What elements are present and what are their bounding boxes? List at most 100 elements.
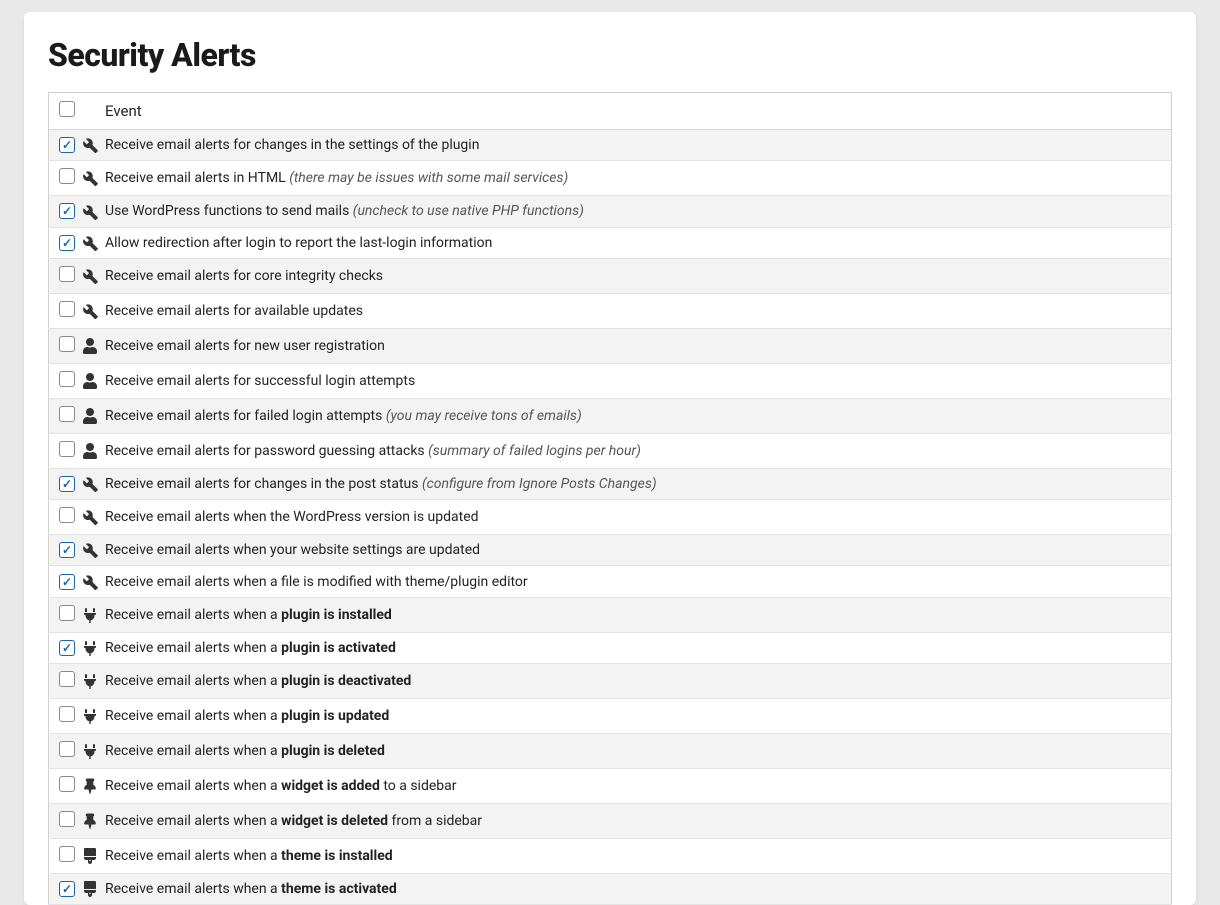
row-text-note: (there may be issues with some mail serv… — [289, 170, 568, 186]
table-row: Receive email alerts when the WordPress … — [49, 500, 1172, 535]
row-text: Use WordPress functions to send mails (u… — [105, 196, 1172, 227]
wrench-icon — [82, 170, 98, 186]
row-checkbox[interactable] — [59, 542, 75, 558]
row-text-main: Receive email alerts for failed login at… — [105, 408, 386, 424]
row-text: Allow redirection after login to report … — [105, 227, 1172, 258]
row-checkbox[interactable] — [59, 336, 75, 352]
column-header-event: Event — [105, 93, 1172, 130]
row-text-main: Receive email alerts for changes in the … — [105, 476, 422, 492]
table-row: Receive email alerts when a widget is de… — [49, 804, 1172, 839]
plug-icon — [82, 708, 98, 724]
row-text-bold: theme is activated — [281, 881, 397, 897]
row-text-main: Receive email alerts when the WordPress … — [105, 509, 479, 525]
row-checkbox[interactable] — [59, 301, 75, 317]
user-icon — [82, 408, 98, 424]
plug-icon — [82, 743, 98, 759]
row-text-bold: plugin is activated — [281, 640, 396, 656]
row-checkbox[interactable] — [59, 881, 75, 897]
row-checkbox[interactable] — [59, 371, 75, 387]
row-text-main: Allow redirection after login to report … — [105, 235, 492, 251]
pin-icon — [82, 813, 98, 829]
wrench-icon — [82, 509, 98, 525]
row-text: Receive email alerts when a plugin is de… — [105, 664, 1172, 699]
row-text: Receive email alerts when your website s… — [105, 535, 1172, 566]
row-checkbox[interactable] — [59, 846, 75, 862]
row-text-main: Receive email alerts when a — [105, 673, 281, 689]
row-text: Receive email alerts when the WordPress … — [105, 500, 1172, 535]
row-text-main: Receive email alerts when a — [105, 778, 281, 794]
row-text-bold: plugin is deleted — [281, 743, 385, 759]
row-checkbox[interactable] — [59, 671, 75, 687]
table-row: Receive email alerts for successful logi… — [49, 363, 1172, 398]
row-text: Receive email alerts for core integrity … — [105, 258, 1172, 293]
row-checkbox[interactable] — [59, 507, 75, 523]
table-row: Receive email alerts when a plugin is up… — [49, 699, 1172, 734]
table-row: Receive email alerts when a widget is ad… — [49, 769, 1172, 804]
wrench-icon — [82, 235, 98, 251]
row-text-main: Receive email alerts when a — [105, 848, 281, 864]
row-text: Receive email alerts in HTML (there may … — [105, 161, 1172, 196]
row-checkbox[interactable] — [59, 476, 75, 492]
table-row: Receive email alerts for core integrity … — [49, 258, 1172, 293]
row-text-bold: theme is installed — [281, 848, 393, 864]
row-checkbox[interactable] — [59, 266, 75, 282]
row-checkbox[interactable] — [59, 441, 75, 457]
row-text-main: Receive email alerts when your website s… — [105, 542, 480, 558]
table-row: Receive email alerts for available updat… — [49, 293, 1172, 328]
row-text: Receive email alerts for new user regist… — [105, 328, 1172, 363]
row-checkbox[interactable] — [59, 811, 75, 827]
row-text-bold: widget is added — [281, 778, 380, 794]
pin-icon — [82, 778, 98, 794]
alerts-table: Event Receive email alerts for changes i… — [48, 92, 1172, 905]
row-checkbox[interactable] — [59, 406, 75, 422]
table-row: Receive email alerts for changes in the … — [49, 130, 1172, 161]
row-text-main: Receive email alerts for password guessi… — [105, 443, 428, 459]
table-row: Receive email alerts when a plugin is in… — [49, 597, 1172, 632]
row-text: Receive email alerts for failed login at… — [105, 398, 1172, 433]
row-text-main: Receive email alerts when a file is modi… — [105, 574, 528, 590]
row-checkbox[interactable] — [59, 605, 75, 621]
row-checkbox[interactable] — [59, 741, 75, 757]
row-text-bold: plugin is installed — [281, 607, 392, 623]
row-checkbox[interactable] — [59, 574, 75, 590]
row-checkbox[interactable] — [59, 235, 75, 251]
row-text: Receive email alerts when a plugin is up… — [105, 699, 1172, 734]
row-text-main: Receive email alerts for changes in the … — [105, 137, 479, 153]
row-text-bold: plugin is updated — [281, 708, 389, 724]
row-text-main: Receive email alerts for available updat… — [105, 303, 363, 319]
row-checkbox[interactable] — [59, 203, 75, 219]
plug-icon — [82, 673, 98, 689]
row-checkbox[interactable] — [59, 640, 75, 656]
wrench-icon — [82, 574, 98, 590]
user-icon — [82, 338, 98, 354]
row-text: Receive email alerts when a plugin is ac… — [105, 632, 1172, 663]
table-row: Receive email alerts when a plugin is de… — [49, 734, 1172, 769]
row-checkbox[interactable] — [59, 706, 75, 722]
user-icon — [82, 443, 98, 459]
row-checkbox[interactable] — [59, 168, 75, 184]
row-text-suffix: to a sidebar — [380, 778, 457, 794]
row-text-bold: widget is deleted — [281, 813, 388, 829]
plug-icon — [82, 607, 98, 623]
table-row: Use WordPress functions to send mails (u… — [49, 196, 1172, 227]
row-text: Receive email alerts when a plugin is in… — [105, 597, 1172, 632]
user-icon — [82, 373, 98, 389]
row-text: Receive email alerts when a theme is act… — [105, 874, 1172, 905]
row-text-main: Receive email alerts when a — [105, 881, 281, 897]
row-checkbox[interactable] — [59, 137, 75, 153]
row-text-note: (configure from Ignore Posts Changes) — [422, 476, 657, 492]
row-text-main: Use WordPress functions to send mails — [105, 203, 353, 219]
table-row: Receive email alerts for new user regist… — [49, 328, 1172, 363]
wrench-icon — [82, 476, 98, 492]
row-text-main: Receive email alerts for core integrity … — [105, 268, 383, 284]
table-row: Receive email alerts for changes in the … — [49, 468, 1172, 499]
row-text: Receive email alerts when a widget is de… — [105, 804, 1172, 839]
row-text: Receive email alerts for changes in the … — [105, 130, 1172, 161]
security-alerts-panel: Security Alerts Event Receive email aler… — [24, 12, 1196, 905]
row-text: Receive email alerts when a widget is ad… — [105, 769, 1172, 804]
select-all-checkbox[interactable] — [59, 101, 75, 117]
row-text-note: (you may receive tons of emails) — [386, 408, 582, 424]
row-text-main: Receive email alerts in HTML — [105, 170, 289, 186]
row-checkbox[interactable] — [59, 776, 75, 792]
row-text-main: Receive email alerts when a — [105, 743, 281, 759]
